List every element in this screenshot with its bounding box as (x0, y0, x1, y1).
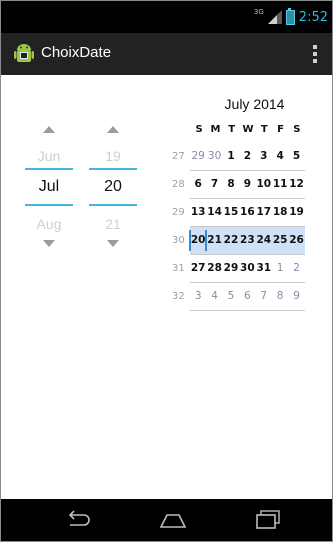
calendar-day[interactable]: 22 (223, 227, 239, 254)
calendar-day[interactable]: 1 (223, 143, 239, 170)
calendar-day[interactable]: 27 (190, 255, 206, 282)
calendar-week-row: 29 13 14 15 16 17 18 19 (172, 199, 307, 227)
calendar-day[interactable]: 30 (239, 255, 255, 282)
day-current[interactable]: 20 (87, 170, 139, 204)
calendar-day[interactable]: 26 (288, 227, 304, 254)
calendar-day[interactable]: 18 (272, 199, 288, 226)
calendar-week-row: 28 6 7 8 9 10 11 12 (172, 171, 307, 199)
calendar-day[interactable]: 2 (288, 255, 304, 282)
dow-label: S (293, 124, 301, 135)
month-previous[interactable]: Jun (23, 148, 75, 168)
month-picker[interactable]: Jun Jul Aug (23, 126, 75, 247)
dow-label: W (242, 124, 254, 135)
calendar-day[interactable]: 2 (239, 143, 255, 170)
navigation-bar (1, 499, 332, 541)
calendar-day[interactable]: 21 (206, 227, 222, 254)
day-decrement-arrow-icon[interactable] (107, 240, 119, 247)
overflow-menu-icon[interactable] (312, 45, 318, 63)
calendar-day[interactable]: 13 (190, 199, 206, 226)
calendar-day[interactable]: 7 (206, 171, 222, 198)
home-icon[interactable] (158, 509, 188, 531)
calendar-day[interactable]: 9 (239, 171, 255, 198)
calendar-day[interactable]: 31 (256, 255, 272, 282)
calendar-day[interactable]: 25 (272, 227, 288, 254)
day-previous[interactable]: 19 (87, 148, 139, 168)
calendar-day[interactable]: 17 (256, 199, 272, 226)
calendar-day[interactable]: 23 (239, 227, 255, 254)
calendar-day[interactable]: 8 (223, 171, 239, 198)
calendar-day[interactable]: 20 (190, 227, 206, 254)
month-increment-arrow-icon[interactable] (43, 126, 55, 133)
calendar-day[interactable]: 15 (223, 199, 239, 226)
day-selection-line-bottom (89, 204, 137, 206)
week-number: 27 (172, 151, 185, 162)
calendar-day[interactable]: 12 (288, 171, 304, 198)
dow-label: T (260, 124, 268, 135)
calendar-day[interactable]: 19 (288, 199, 304, 226)
clock: 2:52 (298, 9, 328, 25)
day-next[interactable]: 21 (87, 216, 139, 236)
calendar-day[interactable]: 3 (190, 283, 206, 310)
battery-icon (285, 7, 295, 25)
calendar-week-row: 32 3 4 5 6 7 8 9 (172, 283, 307, 311)
month-current[interactable]: Jul (23, 170, 75, 204)
week-number: 30 (172, 235, 185, 246)
calendar-day[interactable]: 5 (223, 283, 239, 310)
calendar-title: July 2014 (224, 96, 285, 112)
week-days: 13 14 15 16 17 18 19 (190, 199, 305, 227)
status-bar: 3G 2:52 (1, 1, 332, 33)
calendar-day[interactable]: 9 (288, 283, 304, 310)
app-title: ChoixDate (41, 44, 112, 61)
week-number: 32 (172, 291, 185, 302)
month-next[interactable]: Aug (23, 216, 75, 236)
day-picker[interactable]: 19 20 21 (87, 126, 139, 247)
week-days: 27 28 29 30 31 1 2 (190, 255, 305, 283)
calendar-day[interactable]: 6 (239, 283, 255, 310)
calendar-day[interactable]: 11 (272, 171, 288, 198)
calendar-day[interactable]: 1 (272, 255, 288, 282)
week-number: 29 (172, 207, 185, 218)
calendar-day[interactable]: 8 (272, 283, 288, 310)
week-days: 29 30 1 2 3 4 5 (190, 143, 305, 171)
calendar-day[interactable]: 10 (256, 171, 272, 198)
calendar-day[interactable]: 28 (206, 255, 222, 282)
selected-day-marker-left (189, 230, 191, 251)
week-days: 3456789 (190, 283, 305, 311)
back-icon[interactable] (63, 509, 93, 531)
week-days: 6 7 8 9 10 11 12 (190, 171, 305, 199)
calendar-day[interactable]: 24 (256, 227, 272, 254)
day-increment-arrow-icon[interactable] (107, 126, 119, 133)
dow-label: M (210, 124, 221, 135)
calendar-day[interactable]: 3 (256, 143, 272, 170)
calendar-day[interactable]: 4 (272, 143, 288, 170)
month-decrement-arrow-icon[interactable] (43, 240, 55, 247)
month-selection-line-bottom (25, 204, 73, 206)
week-number: 28 (172, 179, 185, 190)
calendar-day[interactable]: 30 (206, 143, 222, 170)
calendar-day[interactable]: 29 (190, 143, 206, 170)
dow-label: F (277, 124, 284, 135)
calendar-day[interactable]: 5 (288, 143, 304, 170)
selected-day-marker-right (205, 230, 207, 251)
days-of-week-header: S M T W T F S (191, 124, 305, 135)
calendar-day[interactable]: 4 (206, 283, 222, 310)
calendar-week-row: 27 29 30 1 2 3 4 5 (172, 143, 307, 171)
calendar-day[interactable]: 14 (206, 199, 222, 226)
calendar-day[interactable]: 29 (223, 255, 239, 282)
recent-apps-icon[interactable] (253, 509, 283, 531)
action-bar: ChoixDate (1, 33, 332, 75)
network-type: 3G (253, 8, 264, 16)
dow-label: S (195, 124, 203, 135)
calendar-week-row: 31 27 28 29 30 31 1 2 (172, 255, 307, 283)
calendar-day[interactable]: 7 (256, 283, 272, 310)
calendar-week-row: 30 20 21 22 23 24 25 26 (172, 227, 307, 255)
signal-icon (267, 10, 282, 24)
calendar-day[interactable]: 16 (239, 199, 255, 226)
dow-label: T (228, 124, 236, 135)
android-app-icon (14, 44, 34, 62)
status-icons: 3G 2:52 (254, 7, 328, 27)
calendar-day[interactable]: 6 (190, 171, 206, 198)
week-days: 20 21 22 23 24 25 26 (190, 227, 305, 255)
week-number: 31 (172, 263, 185, 274)
